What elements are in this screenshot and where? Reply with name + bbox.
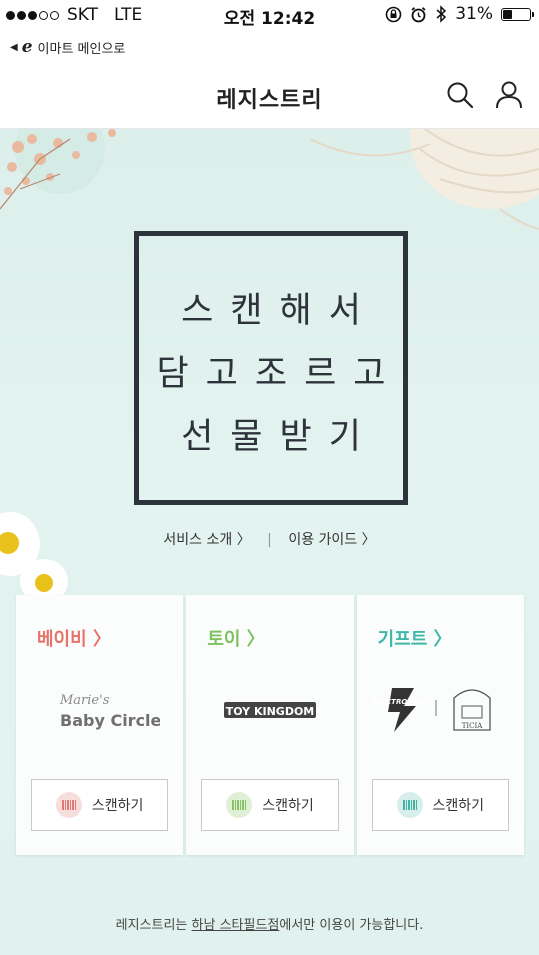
battery-percent: 31%: [455, 4, 493, 24]
toy-title-link[interactable]: 토이 〉: [207, 625, 264, 651]
hero-line-3: 선물받기: [181, 417, 378, 457]
toy-card: 토이 〉 TOY KINGDOM 스캔하기: [186, 595, 354, 855]
usage-guide-link[interactable]: 이용 가이드 〉: [288, 532, 375, 548]
service-intro-link[interactable]: 서비스 소개 〉: [163, 532, 250, 548]
chevron-right-icon: 〉: [236, 532, 251, 548]
baby-scan-button[interactable]: 스캔하기: [31, 779, 169, 831]
barcode-icon: [226, 792, 253, 818]
rotation-lock-icon: [385, 6, 402, 22]
chevron-right-icon: 〉: [361, 532, 376, 548]
hero-line-2: 담고조르고: [156, 354, 403, 394]
search-icon[interactable]: [445, 80, 475, 110]
daisy-decoration-icon: [0, 512, 68, 603]
toy-brand-logo: TOY KINGDOM: [186, 681, 353, 739]
baby-circle-logo: Marie's Baby Circle: [59, 693, 160, 730]
emart-logo-icon: e: [21, 37, 33, 57]
hero-frame: 스캔해서 담고조르고 선물받기: [134, 231, 408, 505]
status-right: 31%: [385, 4, 534, 24]
baby-title-link[interactable]: 베이비 〉: [37, 625, 111, 651]
baby-card: 베이비 〉 Marie's Baby Circle 스캔하기: [16, 595, 184, 855]
gift-title-link[interactable]: 기프트 〉: [378, 625, 452, 651]
scan-label: 스캔하기: [262, 798, 314, 814]
footer-note: 레지스트리는 하남 스타필드점에서만 이용이 가능합니다.: [0, 914, 539, 933]
back-to-emart-link[interactable]: ◀ e 이마트 메인으로: [10, 37, 125, 57]
barcode-icon: [55, 792, 82, 818]
hero-links: 서비스 소개 〉 | 이용 가이드 〉: [0, 529, 539, 549]
gift-card: 기프트 〉 ELECTRO MART TICIA 스캔하기: [356, 595, 524, 855]
yarn-decoration-icon: [310, 129, 539, 230]
brand-toy-kingdom: TOY KINGDOM: [226, 705, 315, 718]
alarm-icon: [411, 6, 426, 22]
hero-text: 스캔해서 담고조르고 선물받기: [139, 280, 403, 469]
chevron-right-icon: 〉: [92, 629, 111, 650]
back-arrow-icon: ◀: [10, 41, 18, 53]
service-intro-label: 서비스 소개: [163, 532, 233, 548]
baby-brand-logo: Marie's Baby Circle: [16, 681, 183, 739]
gift-title: 기프트: [377, 629, 428, 650]
link-divider: |: [267, 532, 272, 548]
scan-label: 스캔하기: [91, 798, 144, 814]
footer-suffix: 에서만 이용이 가능합니다.: [279, 918, 424, 933]
brand-electro-mart: ELECTRO MART: [372, 698, 433, 706]
hero-line-1: 스캔해서: [181, 291, 378, 331]
gift-brands-logo: ELECTRO MART TICIA: [372, 688, 491, 732]
battery-icon: [501, 7, 534, 21]
bluetooth-icon: [436, 5, 447, 23]
footer-prefix: 레지스트리는: [115, 918, 192, 933]
app-header: 레지스트리: [0, 62, 539, 129]
gift-brand-logos: ELECTRO MART TICIA: [357, 681, 524, 739]
toy-kingdom-logo: TOY KINGDOM: [223, 702, 316, 718]
usage-guide-label: 이용 가이드: [288, 532, 358, 548]
chevron-right-icon: 〉: [433, 629, 452, 650]
toy-scan-button[interactable]: 스캔하기: [201, 779, 339, 831]
brand-baby-circle: Baby Circle: [60, 711, 160, 730]
barcode-icon: [396, 792, 423, 818]
baby-title: 베이비: [37, 629, 87, 650]
gift-scan-button[interactable]: 스캔하기: [371, 779, 509, 831]
toy-title: 토이: [207, 629, 241, 650]
store-link[interactable]: 하남 스타필드점: [192, 918, 280, 933]
hero-section: 스캔해서 담고조르고 선물받기 서비스 소개 〉 | 이용 가이드 〉 베이비 …: [0, 129, 539, 955]
back-link-label: 이마트 메인으로: [37, 41, 126, 57]
scan-label: 스캔하기: [432, 798, 485, 814]
flower-decoration-icon: [0, 129, 116, 210]
status-bar: SKT LTE 오전 12:42 31%: [0, 0, 539, 30]
brand-maries: Marie's: [59, 693, 110, 708]
battery-level: [503, 9, 512, 19]
chevron-right-icon: 〉: [246, 629, 265, 650]
category-cards: 베이비 〉 Marie's Baby Circle 스캔하기 토이 〉 TOY …: [16, 595, 524, 855]
brand-ticia: TICIA: [462, 722, 484, 730]
user-icon[interactable]: [494, 80, 524, 110]
